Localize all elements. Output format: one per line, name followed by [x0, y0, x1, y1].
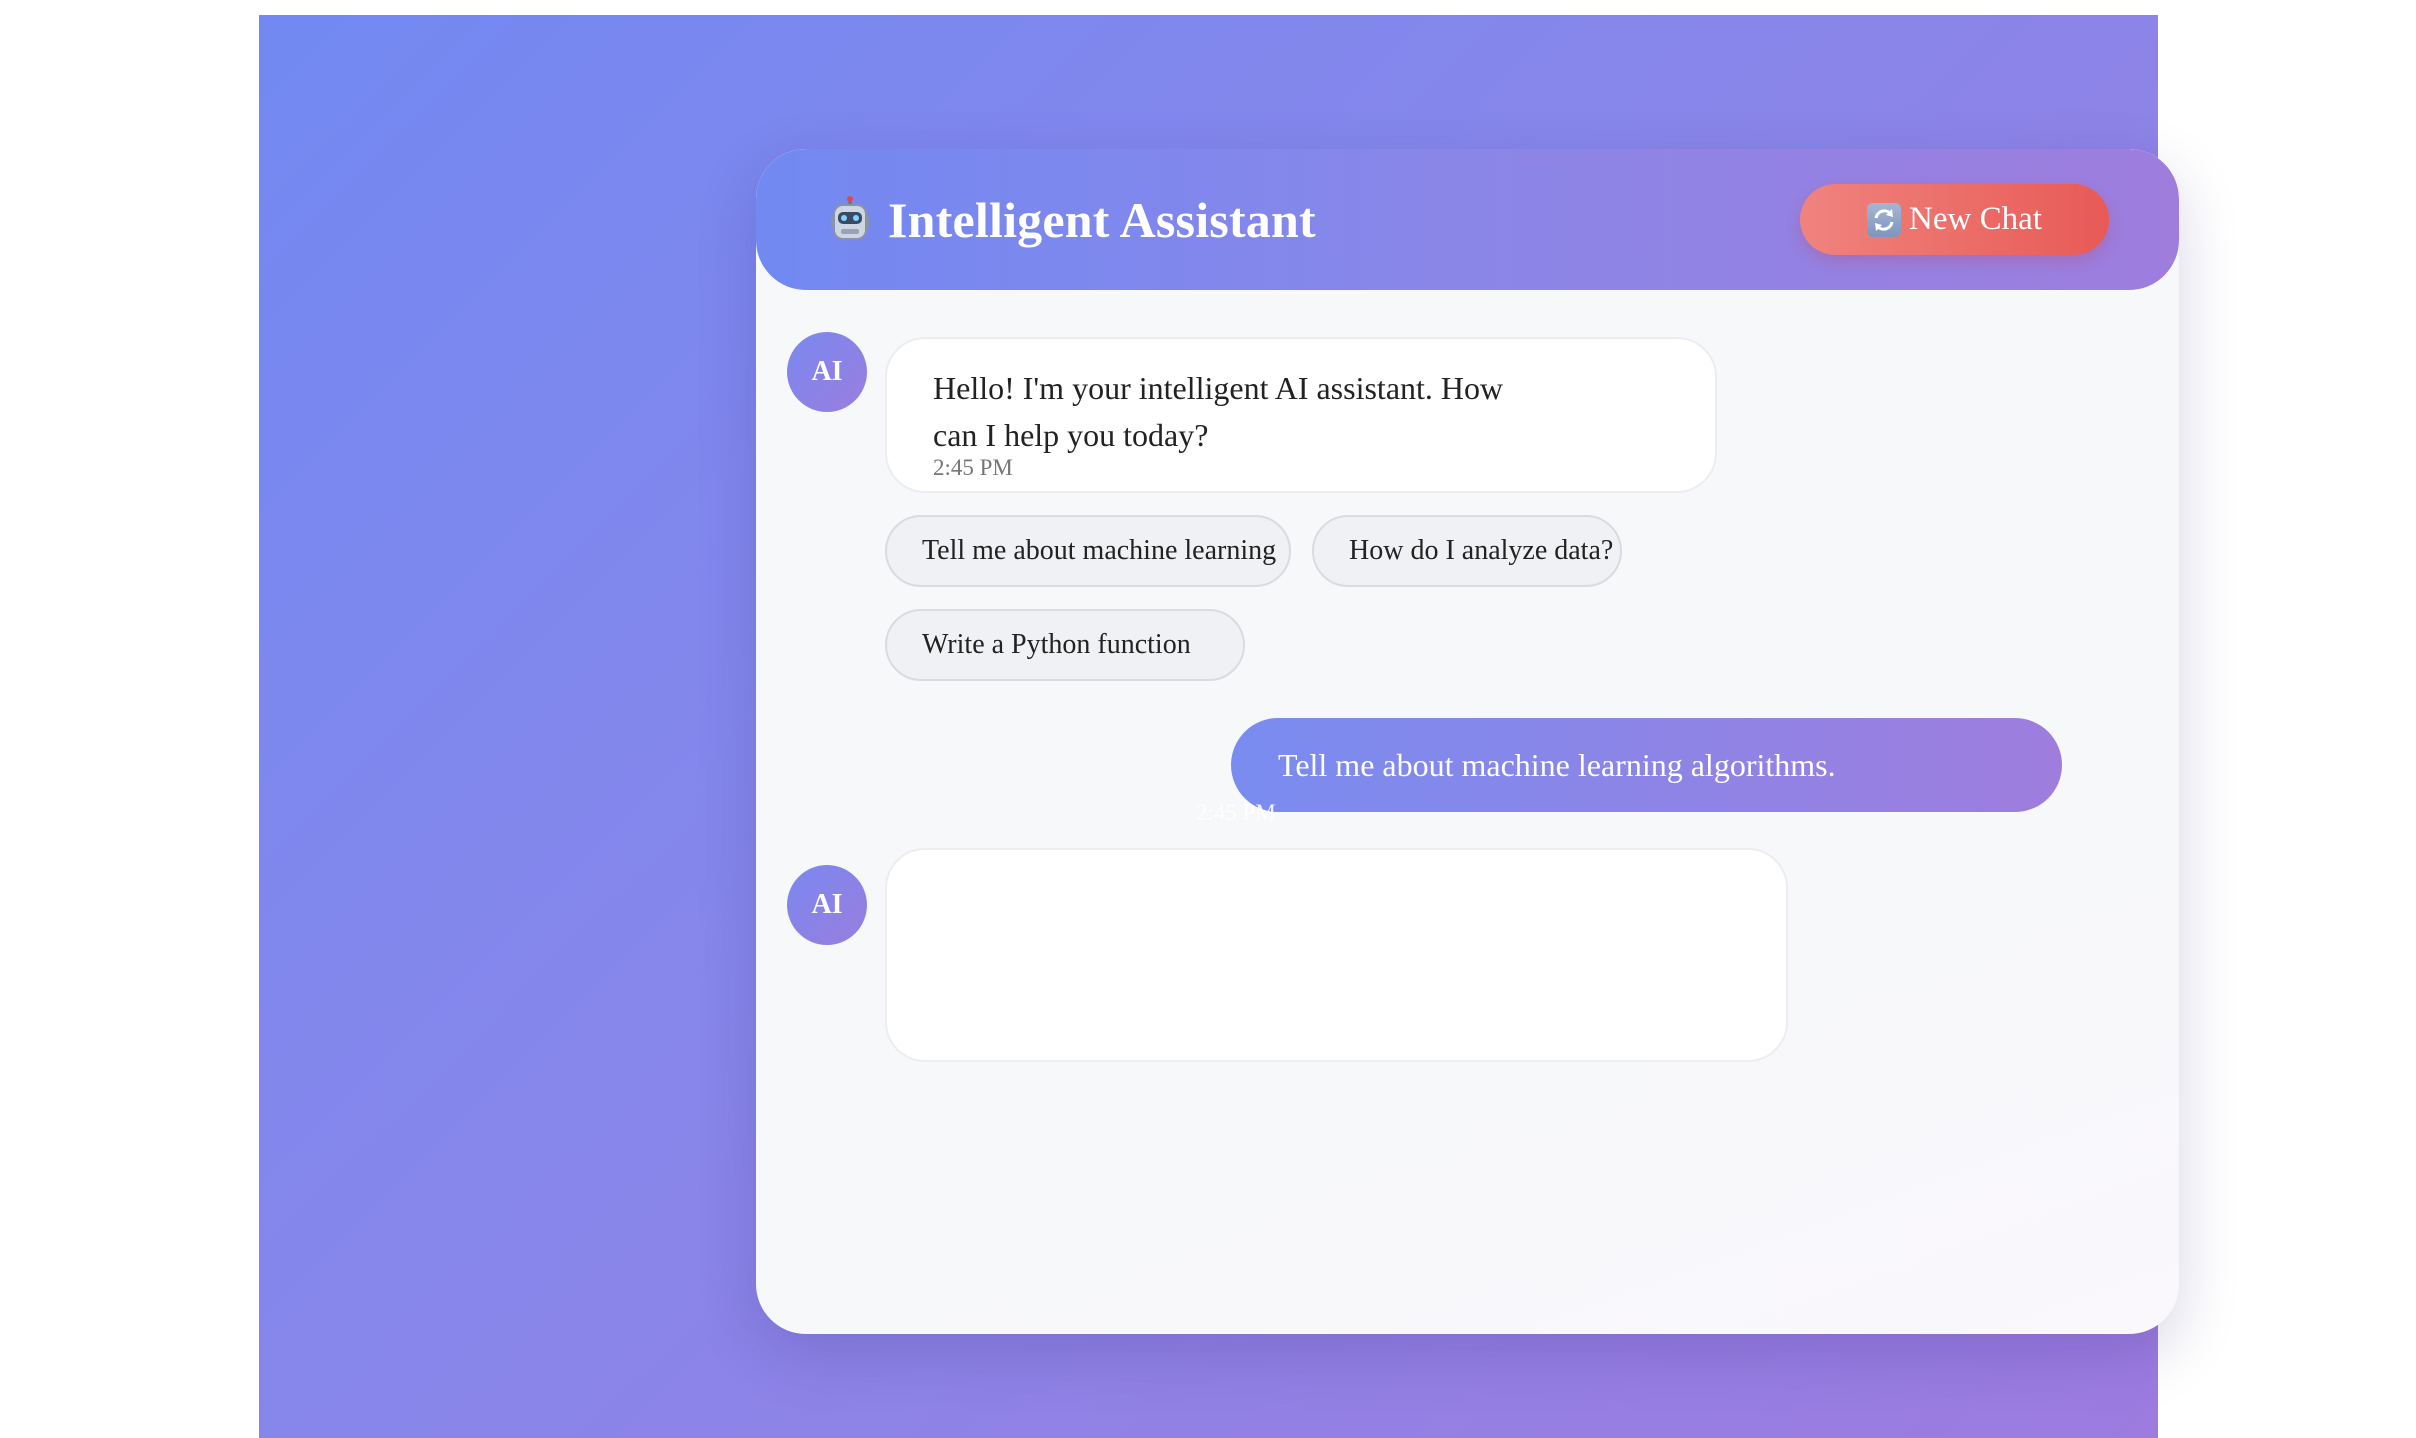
chat-card: Intelligent Assistant New Chat AI Hello!…: [756, 149, 2179, 1334]
header-title-group: Intelligent Assistant: [826, 187, 1316, 253]
user-message-text: Tell me about machine learning algorithm…: [1278, 746, 1836, 783]
user-message-timestamp: 2:45 PM: [1196, 800, 1276, 825]
ai-message-text: Hello! I'm your intelligent AI assistant…: [933, 370, 1504, 453]
message-timestamp: 2:45 PM: [933, 455, 1013, 480]
ai-avatar: AI: [787, 865, 867, 945]
page-background: Intelligent Assistant New Chat AI Hello!…: [259, 15, 2179, 1438]
robot-icon: [826, 196, 874, 244]
chat-header: Intelligent Assistant New Chat: [756, 149, 2179, 290]
suggestion-chip[interactable]: Tell me about machine learning: [885, 515, 1291, 587]
ai-message-bubble: Hello! I'm your intelligent AI assistant…: [885, 337, 1717, 493]
new-chat-label: New Chat: [1909, 201, 2042, 237]
ai-response-bubble: [885, 848, 1788, 1062]
refresh-icon: [1867, 202, 1902, 237]
new-chat-button[interactable]: New Chat: [1800, 184, 2109, 255]
ai-avatar: AI: [787, 332, 867, 412]
user-message-bubble: Tell me about machine learning algorithm…: [1231, 718, 2062, 812]
suggestion-chip[interactable]: How do I analyze data?: [1312, 515, 1622, 587]
page-title: Intelligent Assistant: [888, 192, 1316, 248]
suggestion-chip[interactable]: Write a Python function: [885, 609, 1245, 681]
